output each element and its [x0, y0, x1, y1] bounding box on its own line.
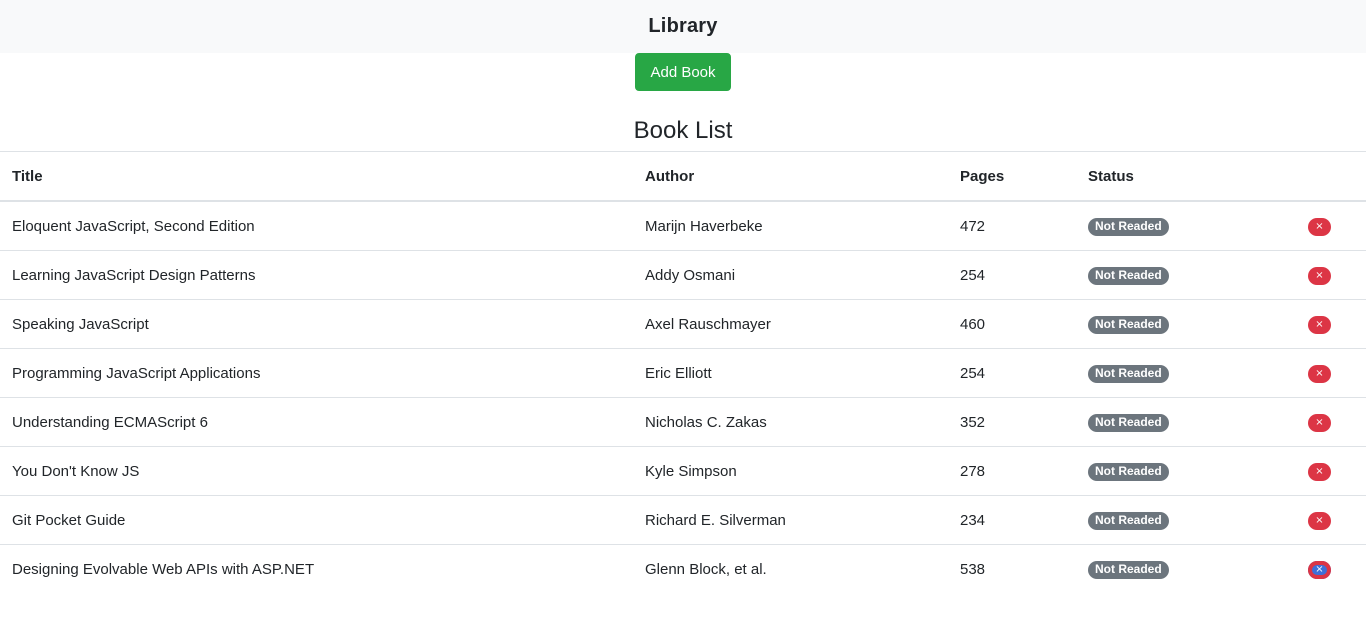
table-row: Eloquent JavaScript, Second Edition Mari…	[0, 200, 1366, 251]
book-pages: 278	[948, 446, 1076, 496]
status-badge[interactable]: Not Readed	[1088, 413, 1169, 432]
delete-cell: ×	[1276, 544, 1366, 593]
book-author: Kyle Simpson	[633, 446, 948, 496]
table-row: Learning JavaScript Design Patterns Addy…	[0, 250, 1366, 300]
book-pages: 538	[948, 544, 1076, 593]
status-badge[interactable]: Not Readed	[1088, 462, 1169, 481]
table-row: Understanding ECMAScript 6 Nicholas C. Z…	[0, 397, 1366, 447]
status-badge[interactable]: Not Readed	[1088, 511, 1169, 530]
book-pages: 472	[948, 200, 1076, 251]
delete-book-button[interactable]: ×	[1308, 414, 1331, 432]
delete-cell: ×	[1276, 200, 1366, 251]
column-header-pages: Pages	[948, 151, 1076, 202]
navbar: Library	[0, 0, 1366, 53]
book-title: You Don't Know JS	[0, 446, 633, 496]
delete-cell: ×	[1276, 250, 1366, 300]
delete-cell: ×	[1276, 299, 1366, 349]
book-title: Understanding ECMAScript 6	[0, 397, 633, 447]
status-cell: Not Readed	[1076, 495, 1276, 545]
add-book-button[interactable]: Add Book	[635, 53, 731, 91]
book-author: Axel Rauschmayer	[633, 299, 948, 349]
status-badge[interactable]: Not Readed	[1088, 217, 1169, 236]
delete-cell: ×	[1276, 348, 1366, 398]
book-author: Eric Elliott	[633, 348, 948, 398]
delete-book-button[interactable]: ×	[1308, 561, 1331, 579]
delete-book-button[interactable]: ×	[1308, 218, 1331, 236]
column-header-status: Status	[1076, 151, 1276, 202]
book-pages: 254	[948, 348, 1076, 398]
book-list-heading: Book List	[633, 117, 733, 144]
table-header-row: Title Author Pages Status	[0, 151, 1366, 202]
column-header-actions	[1276, 151, 1366, 202]
status-cell: Not Readed	[1076, 200, 1276, 251]
book-pages: 352	[948, 397, 1076, 447]
status-cell: Not Readed	[1076, 446, 1276, 496]
delete-book-button[interactable]: ×	[1308, 365, 1331, 383]
delete-cell: ×	[1276, 397, 1366, 447]
status-cell: Not Readed	[1076, 544, 1276, 593]
add-book-container: Add Book	[0, 53, 1366, 91]
status-badge[interactable]: Not Readed	[1088, 315, 1169, 334]
book-author: Marijn Haverbeke	[633, 200, 948, 251]
table-row: You Don't Know JS Kyle Simpson 278 Not R…	[0, 446, 1366, 496]
book-pages: 254	[948, 250, 1076, 300]
table-row: Speaking JavaScript Axel Rauschmayer 460…	[0, 299, 1366, 349]
delete-cell: ×	[1276, 446, 1366, 496]
column-header-author: Author	[633, 151, 948, 202]
status-cell: Not Readed	[1076, 250, 1276, 300]
book-title: Learning JavaScript Design Patterns	[0, 250, 633, 300]
delete-book-button[interactable]: ×	[1308, 316, 1331, 334]
book-pages: 234	[948, 495, 1076, 545]
navbar-brand[interactable]: Library	[648, 15, 717, 38]
delete-book-button[interactable]: ×	[1308, 512, 1331, 530]
delete-book-button[interactable]: ×	[1308, 267, 1331, 285]
book-title: Eloquent JavaScript, Second Edition	[0, 200, 633, 251]
book-title: Programming JavaScript Applications	[0, 348, 633, 398]
book-title: Git Pocket Guide	[0, 495, 633, 545]
status-badge[interactable]: Not Readed	[1088, 266, 1169, 285]
book-list-header: Book List	[0, 91, 1366, 151]
book-pages: 460	[948, 299, 1076, 349]
book-author: Glenn Block, et al.	[633, 544, 948, 593]
book-author: Nicholas C. Zakas	[633, 397, 948, 447]
table-row: Designing Evolvable Web APIs with ASP.NE…	[0, 544, 1366, 593]
status-cell: Not Readed	[1076, 348, 1276, 398]
table-row: Programming JavaScript Applications Eric…	[0, 348, 1366, 398]
table-row: Git Pocket Guide Richard E. Silverman 23…	[0, 495, 1366, 545]
book-author: Richard E. Silverman	[633, 495, 948, 545]
status-badge[interactable]: Not Readed	[1088, 560, 1169, 579]
delete-book-button[interactable]: ×	[1308, 463, 1331, 481]
column-header-title: Title	[0, 151, 633, 202]
status-cell: Not Readed	[1076, 397, 1276, 447]
book-table: Title Author Pages Status Eloquent JavaS…	[0, 151, 1366, 593]
book-author: Addy Osmani	[633, 250, 948, 300]
book-title: Speaking JavaScript	[0, 299, 633, 349]
delete-cell: ×	[1276, 495, 1366, 545]
status-badge[interactable]: Not Readed	[1088, 364, 1169, 383]
status-cell: Not Readed	[1076, 299, 1276, 349]
book-title: Designing Evolvable Web APIs with ASP.NE…	[0, 544, 633, 593]
